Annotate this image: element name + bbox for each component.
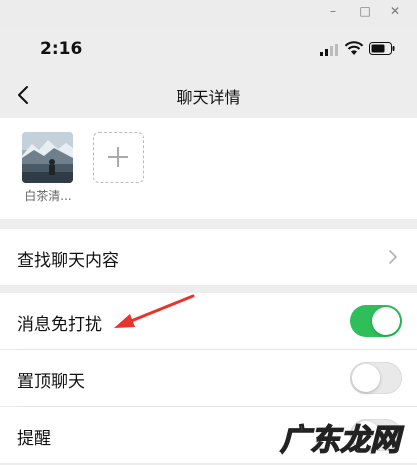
member-name: 白茶清... — [24, 189, 72, 203]
battery-icon — [369, 42, 395, 55]
search-chat-row[interactable]: 查找聊天内容 — [0, 229, 417, 285]
svg-text:广东龙网: 广东龙网 — [280, 423, 404, 458]
nav-bar: 聊天详情 — [0, 72, 417, 118]
members-panel: 白茶清... — [0, 118, 417, 219]
signal-icon — [320, 44, 338, 56]
mute-notifications-toggle[interactable] — [350, 305, 402, 337]
avatar-image — [22, 132, 73, 183]
chevron-right-icon — [389, 250, 397, 264]
page-title: 聊天详情 — [176, 88, 241, 107]
window-chrome: – □ ✕ — [0, 0, 417, 26]
watermark-logo: 广东龙网 — [279, 422, 404, 458]
close-icon[interactable]: ✕ — [388, 4, 402, 18]
annotation-arrow — [114, 294, 195, 328]
member-avatar[interactable] — [22, 132, 73, 183]
search-chat-label: 查找聊天内容 — [17, 251, 119, 271]
maximize-icon[interactable]: □ — [358, 4, 372, 18]
pin-chat-label: 置顶聊天 — [17, 372, 85, 392]
toggle-knob — [352, 364, 380, 392]
toggle-knob — [372, 307, 400, 335]
wifi-icon — [344, 41, 364, 55]
pin-chat-row: 置顶聊天 — [0, 350, 417, 406]
status-time: 2:16 — [40, 39, 83, 59]
mute-notifications-label: 消息免打扰 — [17, 315, 102, 335]
minimize-icon[interactable]: – — [326, 4, 340, 18]
mute-notifications-row: 消息免打扰 — [0, 293, 417, 349]
add-member-button[interactable] — [93, 132, 144, 183]
status-bar: 2:16 — [0, 26, 417, 72]
pin-chat-toggle[interactable] — [350, 362, 402, 394]
remind-label: 提醒 — [17, 429, 51, 449]
